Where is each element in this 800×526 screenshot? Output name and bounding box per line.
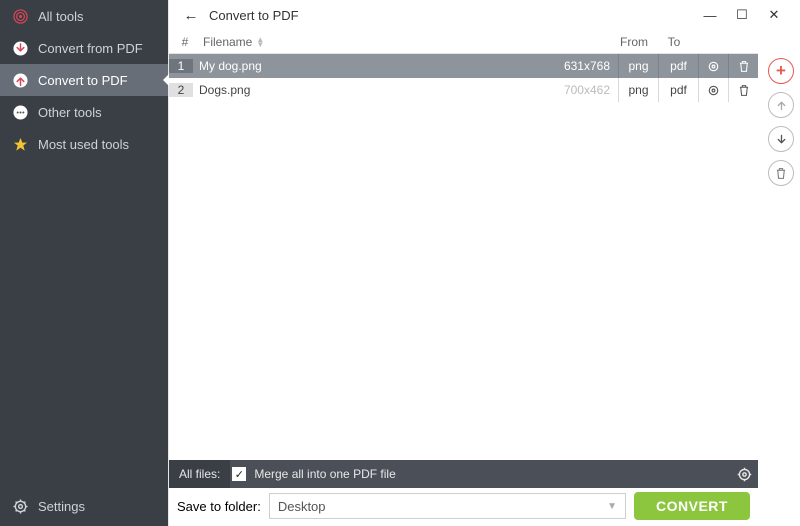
dots-circle-icon <box>12 104 28 120</box>
sidebar-item-label: All tools <box>38 9 84 24</box>
sidebar-item-label: Convert to PDF <box>38 73 128 88</box>
table-row[interactable]: 1 My dog.png 631x768 png pdf <box>169 54 758 78</box>
star-icon <box>12 136 28 152</box>
allfiles-label: All files: <box>169 460 230 488</box>
add-file-button[interactable]: + <box>768 58 794 84</box>
table-body: 1 My dog.png 631x768 png pdf 2 <box>169 54 758 460</box>
close-button[interactable]: ✕ <box>758 7 790 23</box>
sidebar-item-all-tools[interactable]: All tools <box>0 0 168 32</box>
save-folder-value: Desktop <box>278 499 326 514</box>
col-header-from[interactable]: From <box>614 35 654 49</box>
table-header: # Filename ▲▼ From To <box>169 30 758 54</box>
save-to-label: Save to folder: <box>177 499 261 514</box>
move-down-button[interactable] <box>768 126 794 152</box>
row-number: 1 <box>169 59 193 73</box>
delete-file-button[interactable] <box>768 160 794 186</box>
row-filename: My dog.png <box>193 59 562 73</box>
row-settings-button[interactable] <box>698 78 728 102</box>
row-delete-button[interactable] <box>728 78 758 102</box>
sidebar-item-label: Settings <box>38 499 85 514</box>
save-folder-select[interactable]: Desktop ▼ <box>269 493 626 519</box>
sort-icon: ▲▼ <box>256 37 264 47</box>
sidebar-item-convert-to-pdf[interactable]: Convert to PDF <box>0 64 168 96</box>
main-panel: ← Convert to PDF — ☐ ✕ # Filename ▲▼ Fro… <box>168 0 800 526</box>
col-header-to[interactable]: To <box>654 35 694 49</box>
col-header-filename[interactable]: Filename ▲▼ <box>197 35 558 49</box>
row-settings-button[interactable] <box>698 54 728 78</box>
row-delete-button[interactable] <box>728 54 758 78</box>
maximize-button[interactable]: ☐ <box>726 7 758 23</box>
row-dimensions: 631x768 <box>562 59 618 73</box>
row-dimensions: 700x462 <box>562 83 618 97</box>
row-from: png <box>618 54 658 78</box>
sidebar-item-other-tools[interactable]: Other tools <box>0 96 168 128</box>
page-title: Convert to PDF <box>209 8 299 23</box>
row-number: 2 <box>169 83 193 97</box>
sidebar: All tools Convert from PDF Convert to PD… <box>0 0 168 526</box>
action-rail: + <box>762 30 800 526</box>
row-to: pdf <box>658 78 698 102</box>
target-icon <box>12 8 28 24</box>
sidebar-item-convert-from-pdf[interactable]: Convert from PDF <box>0 32 168 64</box>
footer-settings-button[interactable] <box>737 467 752 482</box>
dropdown-icon: ▼ <box>607 501 617 512</box>
convert-button[interactable]: CONVERT <box>634 492 750 520</box>
back-button[interactable]: ← <box>179 7 203 24</box>
move-up-button[interactable] <box>768 92 794 118</box>
col-header-num[interactable]: # <box>173 35 197 49</box>
bottom-bar: Save to folder: Desktop ▼ CONVERT <box>169 488 758 526</box>
gear-icon <box>12 498 28 514</box>
merge-checkbox[interactable]: ✓ <box>232 467 246 481</box>
table-footer: All files: ✓ Merge all into one PDF file <box>169 460 758 488</box>
sidebar-item-label: Most used tools <box>38 137 129 152</box>
arrow-up-circle-icon <box>12 72 28 88</box>
file-list-pane: # Filename ▲▼ From To 1 My dog.png 6 <box>169 30 762 526</box>
arrow-down-circle-icon <box>12 40 28 56</box>
row-filename: Dogs.png <box>193 83 562 97</box>
table-row[interactable]: 2 Dogs.png 700x462 png pdf <box>169 78 758 102</box>
row-from: png <box>618 78 658 102</box>
sidebar-item-settings[interactable]: Settings <box>0 486 168 526</box>
titlebar: ← Convert to PDF — ☐ ✕ <box>169 0 800 30</box>
sidebar-item-most-used[interactable]: Most used tools <box>0 128 168 160</box>
sidebar-item-label: Convert from PDF <box>38 41 143 56</box>
merge-label: Merge all into one PDF file <box>254 467 395 481</box>
sidebar-item-label: Other tools <box>38 105 102 120</box>
row-to: pdf <box>658 54 698 78</box>
minimize-button[interactable]: — <box>694 8 726 23</box>
